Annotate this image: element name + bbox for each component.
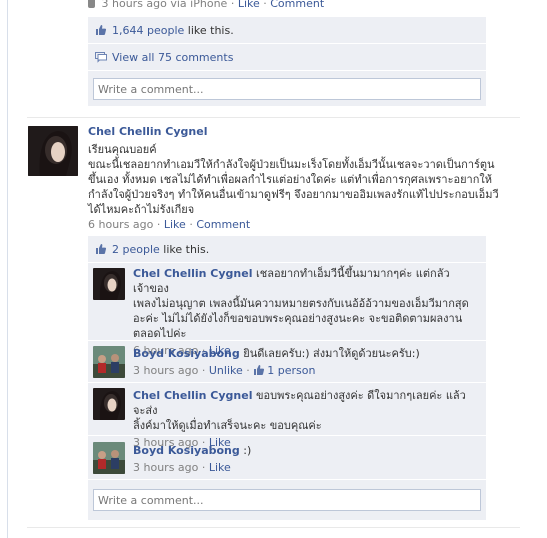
comment-text: อะค่ะ ไม่ไม่ได้ยังไงก็ขอขอบพระคุณอย่างสู… bbox=[133, 312, 463, 325]
comment-like-link[interactable]: Like bbox=[209, 461, 231, 474]
list-item: Boyd Kosiyabong ยินดีเลยครับ:) ส่งมาให้ด… bbox=[88, 341, 486, 383]
post-meta: 6 hours ago · Like · Comment bbox=[88, 218, 251, 231]
post-time: 6 hours ago bbox=[88, 218, 154, 231]
top-like-link[interactable]: Like bbox=[238, 0, 260, 10]
comments-icon bbox=[95, 52, 107, 63]
avatar-chel-image bbox=[28, 126, 78, 176]
left-border-line bbox=[7, 0, 8, 538]
avatar[interactable] bbox=[28, 126, 78, 176]
comment-unlike-link[interactable]: Unlike bbox=[209, 364, 243, 377]
top-feedback-box: 1,644 people like this. View all 75 comm… bbox=[88, 17, 486, 106]
post-line: ขณะนี้เชลอยากทำเอมวีให้กำลังใจผู้ป่วยเป็… bbox=[88, 158, 495, 171]
top-view-all-comments[interactable]: View all 75 comments bbox=[112, 51, 233, 64]
avatar-chel-image bbox=[93, 268, 125, 300]
post-author[interactable]: Chel Chellin Cygnel bbox=[88, 125, 207, 138]
comment-author[interactable]: Boyd Kosiyabong bbox=[133, 347, 240, 360]
post-comment-link[interactable]: Comment bbox=[196, 218, 250, 231]
avatar[interactable] bbox=[93, 268, 125, 300]
post-likes-row: 2 people like this. bbox=[88, 236, 486, 263]
post-line: กำลังใจผู้ป่วยจริงๆ ทำให้คนอื่นเข้ามาดูฟ… bbox=[88, 188, 499, 201]
thumbs-up-icon bbox=[96, 25, 107, 35]
comment-like-count[interactable]: 1 person bbox=[267, 364, 315, 377]
top-view-all-row[interactable]: View all 75 comments bbox=[88, 44, 486, 71]
comment-time: 3 hours ago bbox=[133, 364, 199, 377]
comment-text: ลิ้งค์มาให้ดูเมื่อทำเสร็จนะคะ ขอบคุณค่ะ bbox=[133, 419, 322, 432]
story-separator bbox=[27, 117, 520, 118]
iphone-icon bbox=[88, 0, 95, 8]
list-item: Chel Chellin Cygnel เชลอยากทำเอ็มวีนี้ขึ… bbox=[88, 263, 486, 357]
avatar[interactable] bbox=[93, 388, 125, 420]
comment-text: :) bbox=[239, 444, 252, 457]
thumbs-up-icon bbox=[254, 365, 265, 375]
avatar-boyd-image bbox=[93, 442, 125, 474]
top-post-meta: 3 hours ago via iPhone · Like · Comment bbox=[88, 0, 324, 10]
top-likes-row: 1,644 people like this. bbox=[88, 17, 486, 44]
post-line: เรียนคุณบอยค์ bbox=[88, 143, 157, 156]
post-line: ได้ไหมคะถ้าไม่รังเกียจ bbox=[88, 203, 195, 216]
top-write-comment-input[interactable]: Write a comment... bbox=[93, 78, 481, 100]
write-comment-input[interactable]: Write a comment... bbox=[93, 489, 481, 511]
post-like-link[interactable]: Like bbox=[164, 218, 186, 231]
comment-body: Boyd Kosiyabong :) 3 hours ago · Like bbox=[133, 444, 252, 474]
comment-author[interactable]: Chel Chellin Cygnel bbox=[133, 389, 252, 402]
comment-author[interactable]: Boyd Kosiyabong bbox=[133, 444, 240, 457]
thumbs-up-icon bbox=[96, 244, 107, 254]
comment-text: ตลอดไปค่ะ bbox=[133, 327, 187, 340]
top-likes-suffix: like this. bbox=[187, 24, 234, 37]
comment-body: Boyd Kosiyabong ยินดีเลยครับ:) ส่งมาให้ด… bbox=[133, 347, 420, 377]
post-line: ขึ้นเอง ทั้งหมด เชลไม่ได้ทำเพื่อผลกำไรแต… bbox=[88, 173, 493, 186]
story-separator bbox=[27, 527, 520, 528]
avatar[interactable] bbox=[93, 346, 125, 378]
list-item: Boyd Kosiyabong :) 3 hours ago · Like bbox=[88, 436, 486, 480]
top-comment-link[interactable]: Comment bbox=[270, 0, 324, 10]
comment-text: เพลงไม่อนุญาต เพลงนี้มันความหมายตรงกับเน… bbox=[133, 297, 469, 310]
avatar-boyd-image bbox=[93, 346, 125, 378]
avatar[interactable] bbox=[93, 442, 125, 474]
top-likes-count[interactable]: 1,644 people bbox=[112, 24, 184, 37]
avatar-chel-image bbox=[93, 388, 125, 420]
post-feedback-box: 2 people like this. Chel Chellin Cygnel … bbox=[88, 236, 486, 520]
post-message: เรียนคุณบอยค์ ขณะนี้เชลอยากทำเอมวีให้กำล… bbox=[88, 142, 503, 217]
comment-time: 3 hours ago bbox=[133, 461, 199, 474]
comment-author[interactable]: Chel Chellin Cygnel bbox=[133, 267, 252, 280]
post-likes-count[interactable]: 2 people bbox=[112, 243, 160, 256]
top-post-time: 3 hours ago via iPhone bbox=[101, 0, 228, 10]
comment-text: ยินดีเลยครับ:) ส่งมาให้ดูด้วยนะครับ:) bbox=[239, 347, 420, 360]
list-item: Chel Chellin Cygnel ขอบพระคุณอย่างสูงค่ะ… bbox=[88, 383, 486, 449]
post-likes-suffix: like this. bbox=[163, 243, 210, 256]
